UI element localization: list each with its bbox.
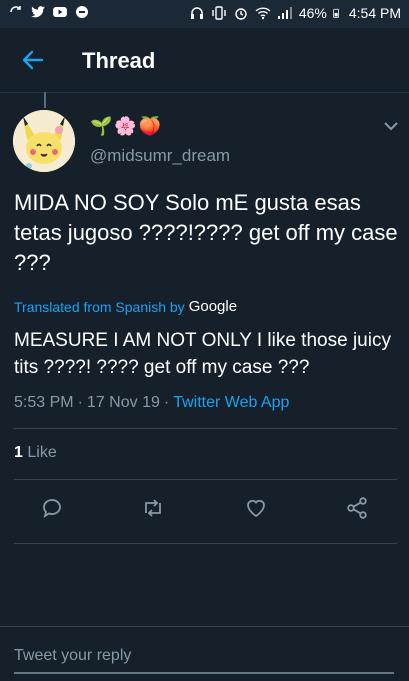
chevron-down-icon[interactable] (381, 118, 401, 134)
pichu-avatar-image (13, 110, 75, 172)
signal-icon (277, 7, 292, 19)
notification-dot-icon (76, 6, 88, 18)
wifi-icon (255, 7, 271, 20)
status-left-icons (8, 4, 90, 20)
translated-text: MEASURE I AM NOT ONLY I like those juicy… (14, 330, 391, 378)
youtube-icon (53, 7, 67, 17)
meta-separator: · (77, 394, 83, 411)
status-time: 4:54 PM (348, 5, 401, 21)
top-bar: Thread (0, 28, 409, 93)
source-app-link[interactable]: Twitter Web App (173, 394, 289, 412)
battery-icon (333, 8, 339, 18)
likes-count[interactable]: 1 Like (14, 444, 57, 462)
likes-label: Like (27, 444, 57, 461)
headphones-icon (190, 7, 203, 19)
google-logo-text: Google (188, 298, 238, 315)
heart-icon[interactable] (244, 496, 268, 520)
status-bar: 46% 4:54 PM (0, 0, 409, 28)
reply-input[interactable] (14, 644, 394, 668)
likes-number: 1 (14, 444, 23, 461)
back-arrow-icon[interactable] (20, 47, 46, 73)
tweet-text: MIDA NO SOY Solo mE gusta esas tetas jug… (14, 190, 398, 275)
battery-percent: 46% (298, 5, 327, 21)
display-name-emojis: 🌱🌸🍑 (90, 116, 164, 136)
vibrate-icon (212, 6, 226, 20)
divider (14, 543, 397, 544)
tweet-actions (0, 496, 409, 526)
twitter-icon (31, 6, 45, 18)
alarm-icon (235, 8, 247, 20)
refresh-icon (10, 6, 21, 13)
translated-label: Translated from Spanish by (14, 298, 185, 315)
divider (14, 428, 397, 429)
translation-attribution[interactable]: Translated from Spanish by Google (14, 298, 237, 315)
tweet-meta: 5:53 PM · 17 Nov 19 · Twitter Web App (14, 394, 289, 412)
avatar[interactable] (13, 110, 75, 172)
page-title: Thread (82, 48, 156, 73)
user-handle[interactable]: @midsumr_dream (90, 146, 230, 166)
thread-connector-line (44, 92, 46, 108)
divider (14, 479, 397, 480)
meta-separator: · (163, 394, 170, 411)
status-right-icons: 46% 4:54 PM (189, 5, 401, 21)
reply-icon[interactable] (40, 496, 64, 520)
retweet-icon[interactable] (141, 496, 165, 520)
tweet-time: 5:53 PM (14, 394, 74, 411)
reply-input-underline (14, 672, 394, 674)
tweet-date: 17 Nov 19 (86, 394, 160, 411)
share-icon[interactable] (345, 496, 369, 520)
